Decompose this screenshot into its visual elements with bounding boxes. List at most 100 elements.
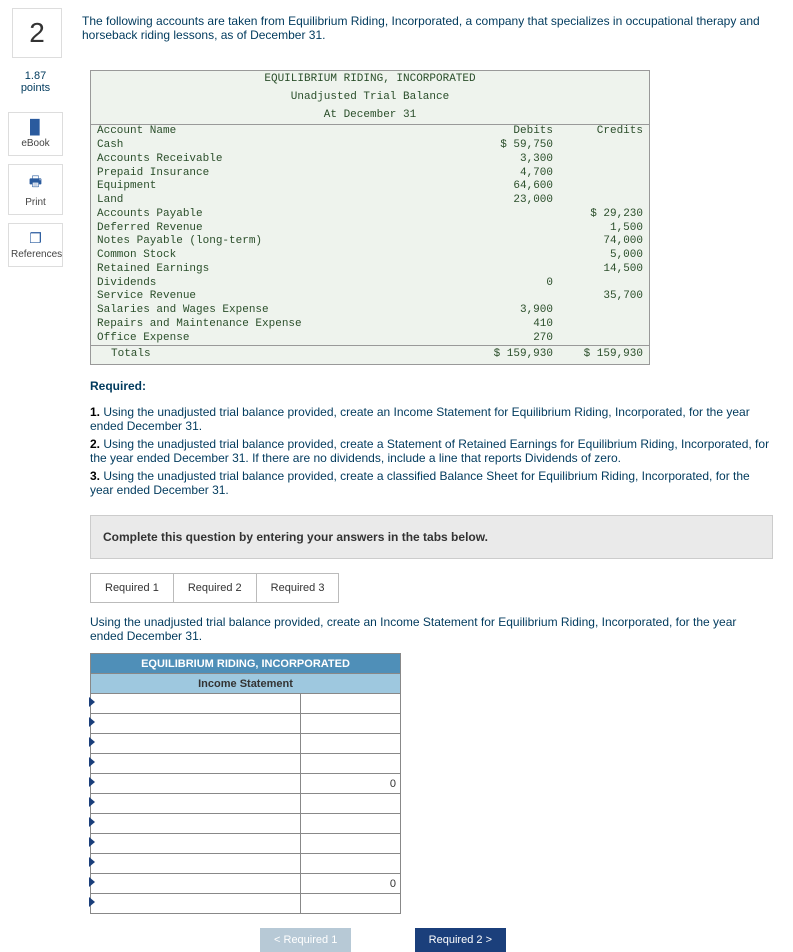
tb-account-name: Equipment (97, 180, 463, 194)
references-label: References (11, 249, 62, 260)
tb-row: Dividends0 (91, 277, 649, 291)
next-label: Required 2 (429, 934, 483, 946)
tb-account-name: Common Stock (97, 249, 463, 263)
tb-row: Accounts Payable $ 29,230 (91, 208, 649, 222)
chevron-right-icon: > (486, 934, 492, 946)
tab-required-3[interactable]: Required 3 (256, 573, 340, 603)
tb-account-name: Retained Earnings (97, 263, 463, 277)
tb-credit (553, 277, 643, 291)
answer-cell-label[interactable] (91, 774, 301, 794)
answer-cell-label[interactable] (91, 894, 301, 914)
chevron-left-icon: < (274, 934, 280, 946)
totals-debit: $ 159,930 (463, 348, 553, 362)
answer-cell-value[interactable] (301, 854, 401, 874)
ebook-button[interactable]: ▉ eBook (8, 112, 63, 156)
totals-label: Totals (97, 348, 463, 362)
tb-row: Land23,000 (91, 194, 649, 208)
prev-button[interactable]: < Required 1 (260, 928, 351, 952)
tb-title3: At December 31 (91, 107, 649, 125)
dropdown-icon (89, 857, 95, 867)
tb-debit: 23,000 (463, 194, 553, 208)
answer-statement-header: Income Statement (91, 674, 401, 694)
tb-row: Cash$ 59,750 (91, 139, 649, 153)
instruction-bar: Complete this question by entering your … (90, 515, 773, 559)
tb-account-name: Accounts Receivable (97, 153, 463, 167)
book-icon: ▉ (11, 119, 60, 136)
tb-account-name: Repairs and Maintenance Expense (97, 318, 463, 332)
answer-cell-label[interactable] (91, 714, 301, 734)
answer-cell-value[interactable] (301, 714, 401, 734)
print-label: Print (25, 197, 46, 208)
answer-cell-label[interactable] (91, 694, 301, 714)
tab-required-2[interactable]: Required 2 (173, 573, 257, 603)
dropdown-icon (89, 837, 95, 847)
answer-table: EQUILIBRIUM RIDING, INCORPORATED Income … (90, 653, 401, 914)
tb-row: Equipment64,600 (91, 180, 649, 194)
tb-credit: 35,700 (553, 290, 643, 304)
tb-account-name: Cash (97, 139, 463, 153)
tb-credit (553, 318, 643, 332)
tb-row: Notes Payable (long-term)74,000 (91, 235, 649, 249)
totals-credit: $ 159,930 (553, 348, 643, 362)
dropdown-icon (89, 777, 95, 787)
references-button[interactable]: ❐ References (8, 223, 63, 267)
answer-cell-value[interactable] (301, 694, 401, 714)
answer-cell-label[interactable] (91, 734, 301, 754)
answer-cell-label[interactable] (91, 814, 301, 834)
answer-cell-label[interactable] (91, 874, 301, 894)
tb-row: Service Revenue35,700 (91, 290, 649, 304)
tb-debit (463, 222, 553, 236)
tb-row: Repairs and Maintenance Expense410 (91, 318, 649, 332)
tb-title2: Unadjusted Trial Balance (91, 89, 649, 107)
tb-debit: 410 (463, 318, 553, 332)
tb-debit (463, 249, 553, 263)
tb-debit: 270 (463, 332, 553, 346)
answer-cell-label[interactable] (91, 794, 301, 814)
points-value: 1.87 (25, 70, 46, 82)
dropdown-icon (89, 817, 95, 827)
required-heading: Required: (90, 379, 773, 393)
tb-credit: 14,500 (553, 263, 643, 277)
tb-debit: 64,600 (463, 180, 553, 194)
answer-cell-label[interactable] (91, 834, 301, 854)
col-header-debits: Debits (463, 125, 553, 139)
dropdown-icon (89, 877, 95, 887)
answer-cell-value[interactable] (301, 734, 401, 754)
tb-debit: $ 59,750 (463, 139, 553, 153)
answer-cell-label[interactable] (91, 754, 301, 774)
tb-credit (553, 153, 643, 167)
intro-text: The following accounts are taken from Eq… (82, 8, 781, 42)
print-button[interactable]: 🖶 Print (8, 164, 63, 215)
tb-title1: EQUILIBRIUM RIDING, INCORPORATED (91, 71, 649, 89)
answer-cell-label[interactable] (91, 854, 301, 874)
tb-debit: 3,900 (463, 304, 553, 318)
col-header-account: Account Name (97, 125, 463, 139)
tb-credit (553, 194, 643, 208)
answer-cell-value[interactable] (301, 794, 401, 814)
next-button[interactable]: Required 2 > (415, 928, 506, 952)
tab-instruction: Using the unadjusted trial balance provi… (90, 615, 773, 643)
answer-cell-value[interactable] (301, 834, 401, 854)
tb-credit (553, 180, 643, 194)
answer-cell-value[interactable] (301, 814, 401, 834)
answer-cell-subtotal: 0 (301, 774, 401, 794)
tab-required-1[interactable]: Required 1 (90, 573, 174, 603)
tb-row: Accounts Receivable3,300 (91, 153, 649, 167)
tb-credit: $ 29,230 (553, 208, 643, 222)
tb-debit (463, 290, 553, 304)
required-list: 1. Using the unadjusted trial balance pr… (90, 405, 773, 497)
tb-row: Prepaid Insurance4,700 (91, 167, 649, 181)
dropdown-icon (89, 757, 95, 767)
tb-row: Common Stock 5,000 (91, 249, 649, 263)
required-item: 3. Using the unadjusted trial balance pr… (90, 469, 773, 497)
col-header-credits: Credits (553, 125, 643, 139)
answer-cell-value[interactable] (301, 894, 401, 914)
answer-cell-value[interactable] (301, 754, 401, 774)
tb-credit: 5,000 (553, 249, 643, 263)
tb-credit (553, 332, 643, 346)
tb-account-name: Salaries and Wages Expense (97, 304, 463, 318)
tb-row: Office Expense270 (91, 332, 649, 346)
points-display: 1.87 points (8, 70, 63, 94)
tb-account-name: Accounts Payable (97, 208, 463, 222)
points-label: points (21, 82, 50, 94)
